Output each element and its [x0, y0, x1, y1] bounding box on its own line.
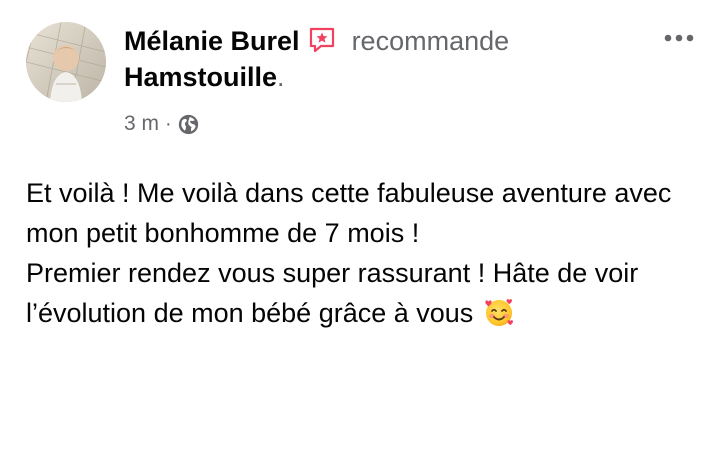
- post-meta: 3 m ·: [124, 110, 199, 138]
- meta-separator: ·: [165, 113, 172, 135]
- author-avatar[interactable]: [26, 22, 106, 102]
- page-line: Hamstouille.: [124, 60, 644, 94]
- post-paragraph-2-text: Premier rendez vous super rassurant ! Hâ…: [26, 258, 639, 328]
- action-text: recommande: [351, 26, 510, 56]
- trailing-period: .: [277, 62, 285, 92]
- post-header: Mélanie Burel recommande Hamstouille.: [124, 24, 644, 94]
- author-name[interactable]: Mélanie Burel: [124, 24, 300, 58]
- recommend-badge-icon: [308, 26, 336, 54]
- post-timestamp[interactable]: 3 m: [124, 110, 159, 138]
- more-options-button[interactable]: [661, 26, 697, 50]
- recommended-page-link[interactable]: Hamstouille: [124, 62, 277, 92]
- header-line: Mélanie Burel recommande: [124, 24, 644, 58]
- post-paragraph-1: Et voilà ! Me voilà dans cette fabuleuse…: [26, 178, 672, 248]
- post-body: Et voilà ! Me voilà dans cette fabuleuse…: [26, 173, 706, 333]
- more-options-icon: [664, 34, 694, 42]
- smiling-face-with-hearts-icon: [483, 296, 515, 328]
- post-paragraph-2: Premier rendez vous super rassurant ! Hâ…: [26, 253, 706, 333]
- globe-icon[interactable]: [178, 114, 199, 135]
- avatar-photo: [26, 22, 106, 102]
